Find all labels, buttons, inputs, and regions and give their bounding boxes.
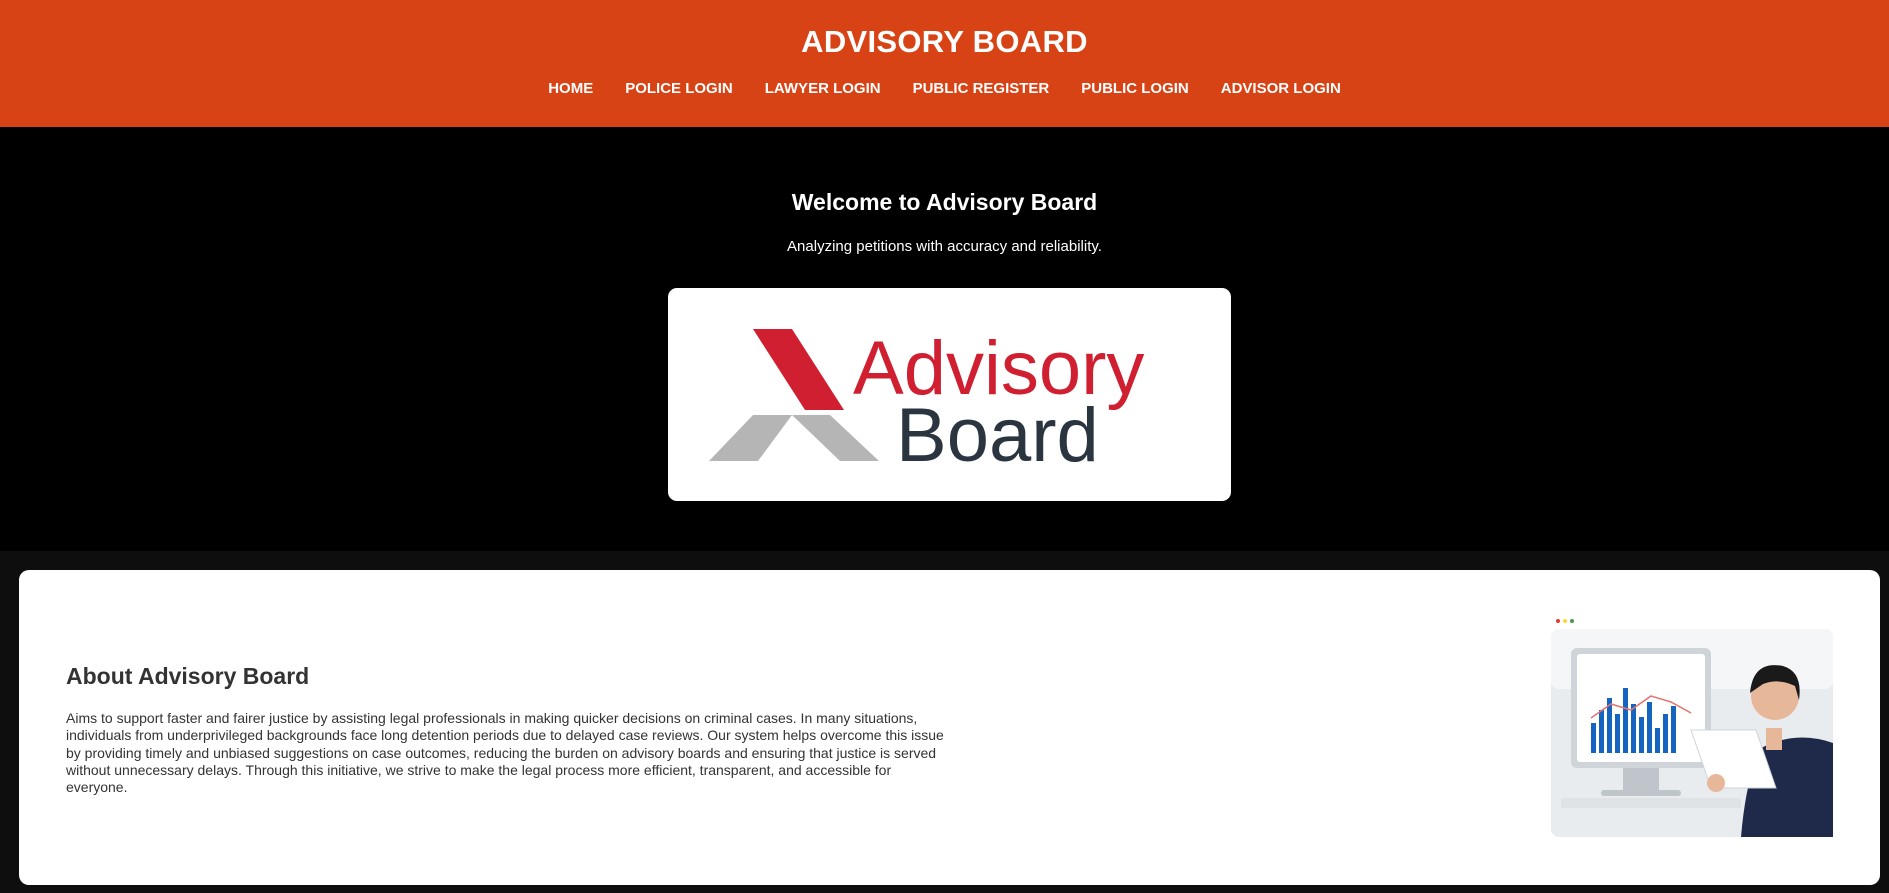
logo-word-board: Board: [896, 393, 1099, 478]
about-text: Aims to support faster and fairer justic…: [66, 710, 944, 796]
hero-section: Welcome to Advisory Board Analyzing peti…: [0, 127, 1889, 551]
hero-subtitle: Analyzing petitions with accuracy and re…: [787, 238, 1102, 255]
about-title: About Advisory Board: [66, 663, 310, 689]
site-header: ADVISORY BOARD HOME POLICE LOGIN LAWYER …: [0, 0, 1889, 127]
analyst-photo: [1551, 618, 1833, 850]
nav-police-login[interactable]: POLICE LOGIN: [625, 80, 733, 97]
nav-home[interactable]: HOME: [548, 80, 593, 97]
site-title: ADVISORY BOARD: [801, 24, 1088, 59]
nav-advisor-login[interactable]: ADVISOR LOGIN: [1221, 80, 1341, 97]
main-nav: HOME POLICE LOGIN LAWYER LOGIN PUBLIC RE…: [0, 80, 1889, 97]
nav-public-login[interactable]: PUBLIC LOGIN: [1081, 80, 1189, 97]
about-card: About Advisory Board Aims to support fas…: [19, 570, 1880, 885]
nav-public-register[interactable]: PUBLIC REGISTER: [913, 80, 1050, 97]
hero-title: Welcome to Advisory Board: [791, 189, 1098, 215]
advisory-board-logo: Advisory Board: [668, 288, 1231, 501]
nav-lawyer-login[interactable]: LAWYER LOGIN: [765, 80, 881, 97]
